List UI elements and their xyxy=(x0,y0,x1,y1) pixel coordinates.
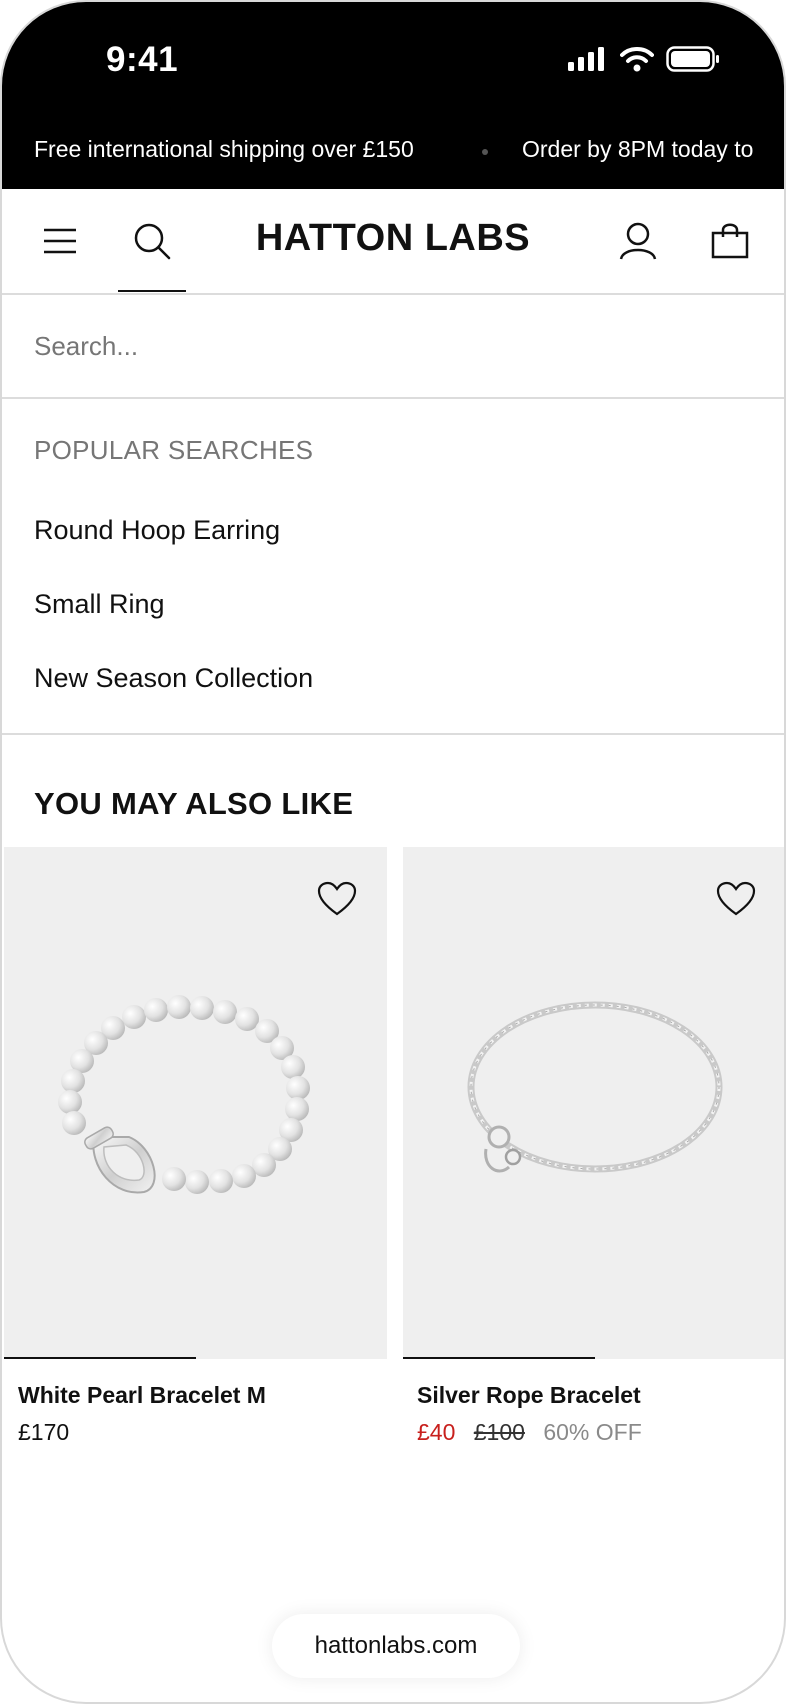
popular-search-link[interactable]: Small Ring xyxy=(34,589,165,620)
product-card[interactable]: White Pearl Bracelet M £170 xyxy=(4,847,387,1447)
battery-icon xyxy=(666,46,719,72)
account-button[interactable] xyxy=(614,217,662,265)
bag-button[interactable] xyxy=(706,217,754,265)
browser-url-bar[interactable]: hattonlabs.com xyxy=(272,1614,520,1678)
popular-searches-heading: POPULAR SEARCHES xyxy=(34,435,314,465)
search-input[interactable] xyxy=(32,323,736,369)
gallery-progress-fill xyxy=(4,1357,196,1359)
bag-icon xyxy=(711,223,749,259)
signal-icon xyxy=(568,47,604,71)
product-name[interactable]: White Pearl Bracelet M xyxy=(18,1382,266,1409)
discount-label: 60% OFF xyxy=(543,1419,642,1445)
promo-item: Order by 8PM today to xyxy=(522,136,754,162)
product-image[interactable] xyxy=(4,847,387,1359)
popular-searches: POPULAR SEARCHES Round Hoop Earring Smal… xyxy=(2,399,784,735)
product-card[interactable]: Silver Rope Bracelet £40 £100 60% OFF xyxy=(403,847,784,1447)
pearl-bracelet-image xyxy=(58,995,310,1194)
search-bar xyxy=(2,295,784,399)
wifi-icon xyxy=(620,47,654,72)
product-price-row: £40 £100 60% OFF xyxy=(417,1419,642,1446)
product-price: £170 xyxy=(18,1419,70,1445)
brand-logo[interactable]: HATTON LABS xyxy=(2,217,784,260)
promo-separator xyxy=(482,149,488,155)
gallery-progress-fill xyxy=(403,1357,595,1359)
product-name[interactable]: Silver Rope Bracelet xyxy=(417,1382,641,1409)
sale-price: £40 xyxy=(417,1419,456,1445)
popular-search-link[interactable]: Round Hoop Earring xyxy=(34,515,280,546)
status-icons xyxy=(568,46,720,72)
rope-bracelet-image xyxy=(467,1001,723,1173)
product-image[interactable] xyxy=(403,847,784,1359)
phone-frame: 9:41 Free international shipping over £1… xyxy=(0,0,786,1704)
popular-search-link[interactable]: New Season Collection xyxy=(34,663,313,694)
promo-ticker: Free international shipping over £150 Or… xyxy=(2,132,784,172)
search-active-indicator xyxy=(118,290,186,292)
product-price-row: £170 xyxy=(18,1419,69,1446)
original-price: £100 xyxy=(473,1419,525,1445)
promo-item: Free international shipping over £150 xyxy=(34,136,414,162)
site-header: HATTON LABS xyxy=(2,189,784,295)
account-icon xyxy=(619,222,657,260)
browser-url: hattonlabs.com xyxy=(314,1632,478,1659)
wishlist-heart-icon[interactable] xyxy=(716,881,756,917)
status-time: 9:41 xyxy=(106,40,179,79)
wishlist-heart-icon[interactable] xyxy=(317,881,357,917)
recommendations-heading: YOU MAY ALSO LIKE xyxy=(34,786,354,821)
